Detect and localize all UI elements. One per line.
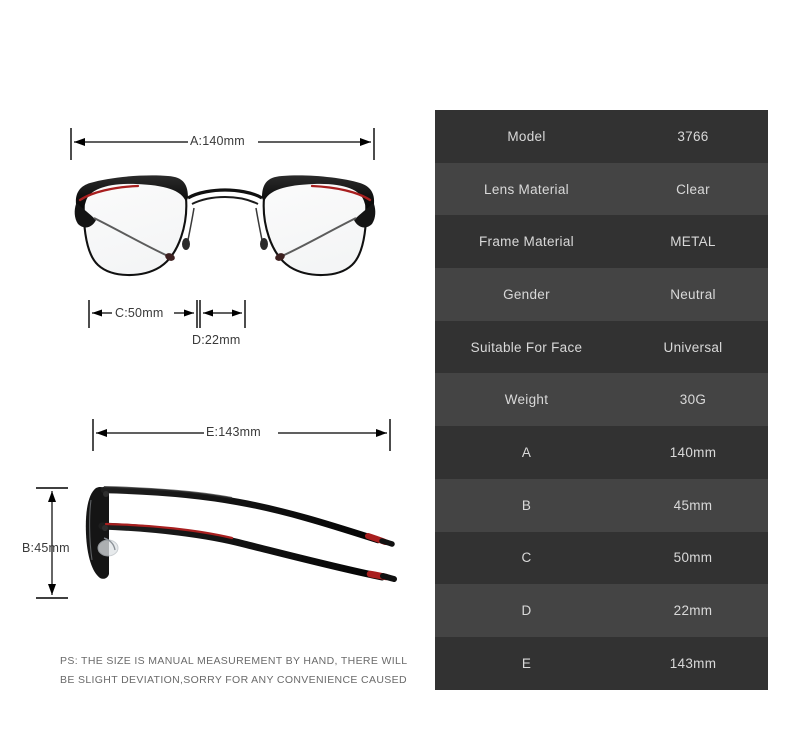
spec-key: Weight: [504, 392, 549, 408]
table-row: Weight 30G: [435, 373, 768, 427]
table-row: D 22mm: [435, 584, 768, 637]
table-row: Suitable For Face Universal: [435, 320, 768, 374]
spec-key: C: [521, 550, 532, 566]
spec-value: Clear: [676, 181, 710, 197]
measurement-disclaimer: PS: THE SIZE IS MANUAL MEASUREMENT BY HA…: [60, 652, 420, 690]
spec-key: Frame Material: [479, 234, 574, 250]
table-row: Gender Neutral: [435, 268, 768, 321]
table-row: Lens Material Clear: [435, 162, 768, 216]
glasses-side-view: [85, 486, 397, 582]
glasses-front-view: [74, 175, 376, 277]
spec-key: D: [521, 603, 532, 619]
dimension-label-b: B:45mm: [22, 541, 70, 555]
spec-value: 3766: [677, 128, 709, 144]
spec-value: 50mm: [673, 550, 713, 566]
spec-value: Neutral: [670, 286, 716, 302]
diagram-panel: A:140mm C:50mm D:22mm E:143mm B:45mm PS:…: [0, 0, 435, 744]
table-row: E 143mm: [435, 636, 768, 690]
dimension-label-d: D:22mm: [192, 333, 241, 347]
disclaimer-line-2: BE SLIGHT DEVIATION,SORRY FOR ANY CONVEN…: [60, 674, 407, 686]
spec-key: Model: [507, 128, 546, 144]
spec-key: Lens Material: [484, 181, 569, 197]
spec-value: 45mm: [673, 497, 713, 513]
spec-key: B: [521, 497, 532, 513]
disclaimer-line-1: PS: THE SIZE IS MANUAL MEASUREMENT BY HA…: [60, 655, 408, 667]
spec-value: 22mm: [673, 603, 713, 619]
specification-table: Model 3766 Lens Material Clear Frame Mat…: [435, 110, 768, 690]
spec-key: E: [521, 655, 532, 671]
table-row: A 140mm: [435, 426, 768, 479]
dimension-label-c: C:50mm: [115, 306, 164, 320]
spec-value: 143mm: [669, 655, 717, 671]
table-row: C 50mm: [435, 531, 768, 585]
dimension-label-e: E:143mm: [206, 425, 261, 439]
table-row: Model 3766: [435, 110, 768, 163]
spec-value: 30G: [679, 392, 707, 408]
table-row: B 45mm: [435, 478, 768, 532]
spec-value: Universal: [663, 339, 723, 355]
spec-key: Suitable For Face: [470, 339, 583, 355]
table-row: Frame Material METAL: [435, 215, 768, 269]
spec-value: METAL: [670, 234, 716, 250]
product-spec-sheet: A:140mm C:50mm D:22mm E:143mm B:45mm PS:…: [0, 0, 800, 744]
spec-key: A: [521, 444, 532, 460]
spec-value: 140mm: [669, 444, 717, 460]
dimension-rule-d: [199, 300, 246, 328]
spec-key: Gender: [503, 286, 550, 302]
dimension-label-a: A:140mm: [190, 134, 245, 148]
